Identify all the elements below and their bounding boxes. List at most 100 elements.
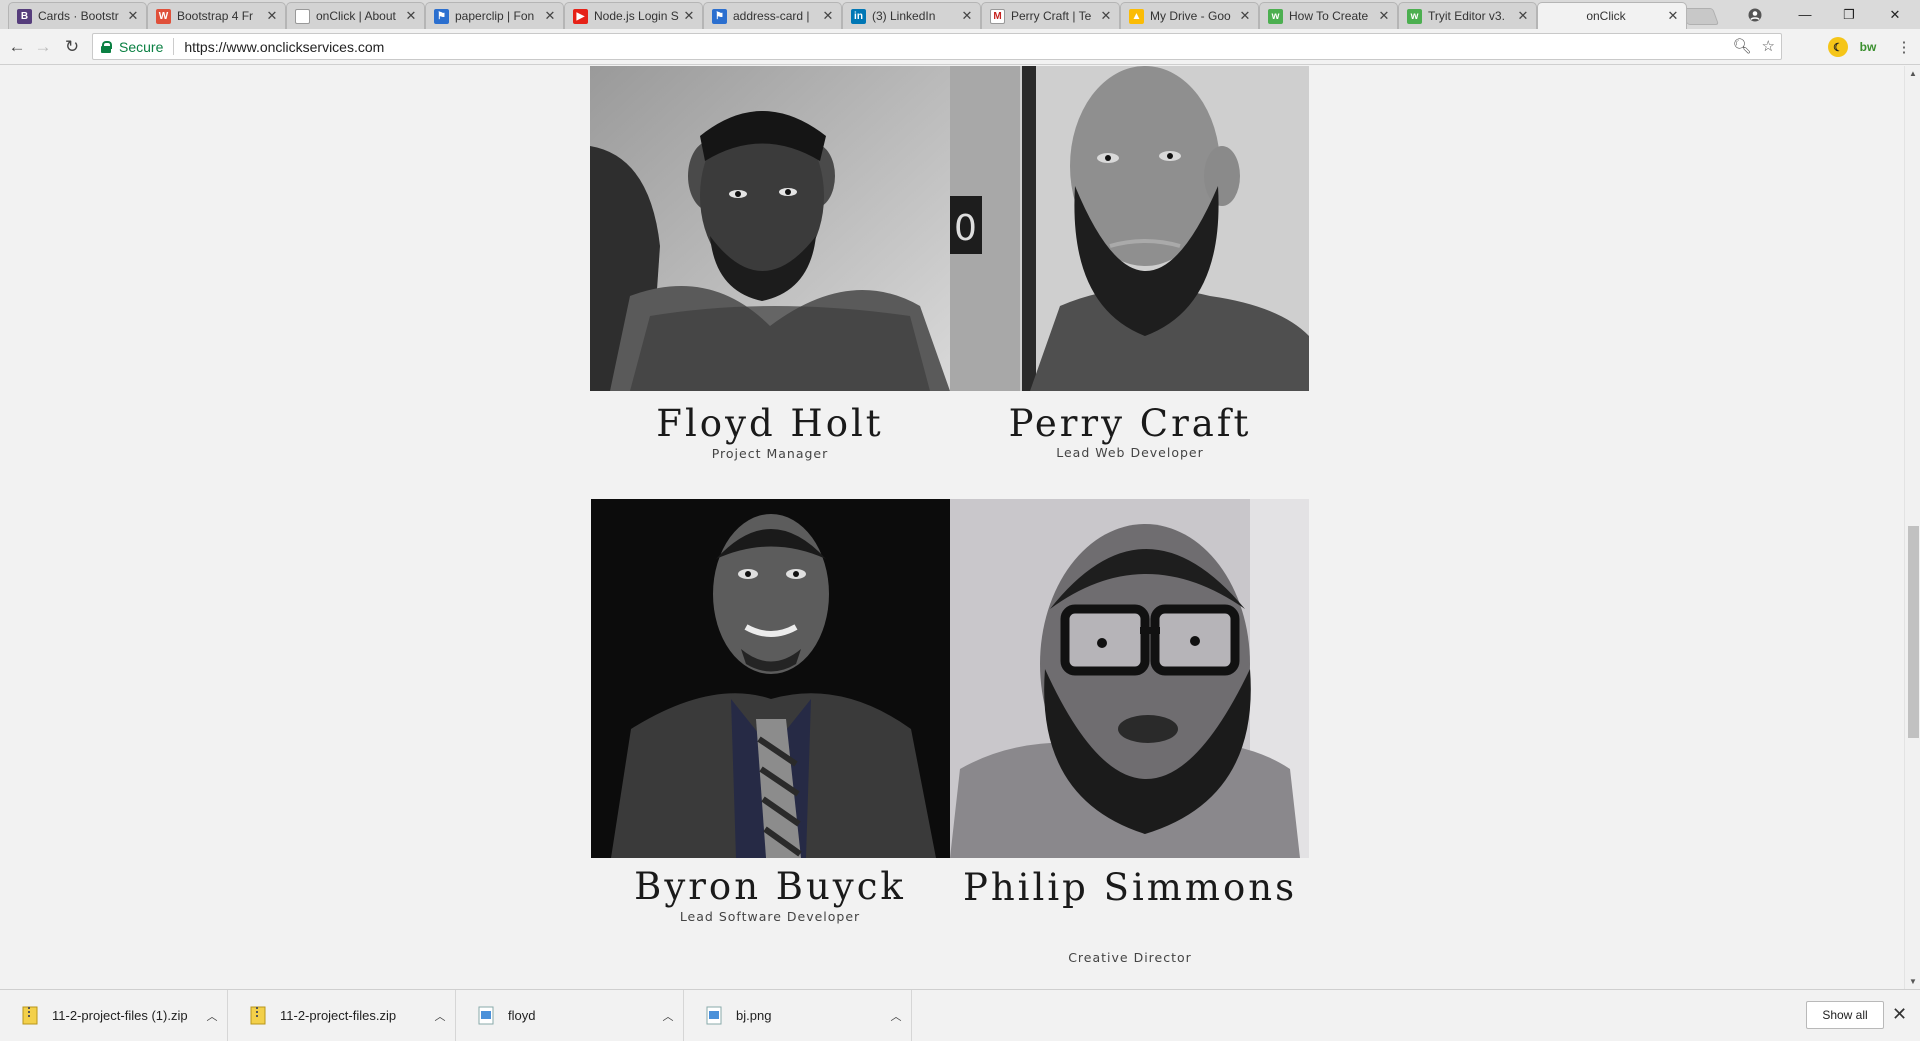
chevron-up-icon[interactable]: ︿ xyxy=(881,1008,911,1024)
scroll-down-arrow-icon[interactable]: ▼ xyxy=(1909,977,1917,986)
secure-indicator[interactable]: Secure xyxy=(101,39,163,55)
browser-tab[interactable]: ⚑ address-card | ✕ xyxy=(703,2,842,29)
team-photo-philip xyxy=(950,499,1309,858)
download-filename: bj.png xyxy=(736,1008,772,1023)
tab-close-icon[interactable]: ✕ xyxy=(1377,9,1391,23)
bootstrap4-icon: W xyxy=(156,8,171,24)
w3schools-icon: w xyxy=(1268,8,1283,24)
tab-close-icon[interactable]: ✕ xyxy=(1099,9,1113,23)
page-viewport: Floyd Holt Project Manager 0 Perry Craft… xyxy=(0,66,1904,989)
menu-kebab-icon[interactable]: ⋮ xyxy=(1892,35,1916,59)
minimize-icon[interactable]: — xyxy=(1782,0,1828,29)
zip-file-icon xyxy=(22,1006,38,1025)
lock-icon xyxy=(101,40,112,53)
bookmark-star-icon[interactable]: ☆ xyxy=(1762,37,1775,55)
download-filename: floyd xyxy=(508,1008,536,1023)
tab-title: Node.js Login S xyxy=(594,9,679,23)
tab-close-icon[interactable]: ✕ xyxy=(1238,9,1252,23)
browser-tab[interactable]: w Tryit Editor v3. ✕ xyxy=(1398,2,1537,29)
team-member-name: Philip Simmons xyxy=(962,866,1298,909)
team-member-role: Lead Software Developer xyxy=(679,909,861,924)
tab-title: Perry Craft | Te xyxy=(1011,9,1092,23)
tab-title: onClick xyxy=(1586,9,1626,23)
tab-title: How To Create xyxy=(1289,9,1369,23)
svg-text:0: 0 xyxy=(954,208,977,249)
tab-close-icon[interactable]: ✕ xyxy=(682,9,696,23)
tab-title: (3) LinkedIn xyxy=(872,9,936,23)
download-item[interactable]: 11-2-project-files (1).zip ︿ xyxy=(0,990,228,1041)
team-photo-byron xyxy=(591,499,950,858)
chevron-up-icon[interactable]: ︿ xyxy=(653,1008,683,1024)
zip-file-icon xyxy=(250,1006,266,1025)
tab-close-icon[interactable]: ✕ xyxy=(1516,9,1530,23)
tab-title: Tryit Editor v3. xyxy=(1428,9,1505,23)
browser-tab[interactable]: w How To Create ✕ xyxy=(1259,2,1398,29)
team-member-name: Floyd Holt xyxy=(656,402,884,445)
tab-title: My Drive - Goo xyxy=(1150,9,1231,23)
tab-title: Bootstrap 4 Fr xyxy=(177,9,254,23)
download-shelf: 11-2-project-files (1).zip ︿ 11-2-project-… xyxy=(0,989,1920,1041)
close-window-icon[interactable]: ✕ xyxy=(1872,0,1918,29)
team-member-name: Perry Craft xyxy=(1008,402,1252,445)
chevron-up-icon[interactable]: ︿ xyxy=(425,1008,455,1024)
w3schools-icon: w xyxy=(1407,8,1422,24)
image-file-icon xyxy=(706,1006,722,1025)
team-member-role: Creative Director xyxy=(1068,950,1192,965)
team-member-role: Lead Web Developer xyxy=(1056,445,1204,460)
linkedin-icon: in xyxy=(851,8,866,24)
close-shelf-icon[interactable]: ✕ xyxy=(1892,1004,1907,1025)
download-item[interactable]: floyd ︿ xyxy=(456,990,684,1041)
back-icon[interactable]: ← xyxy=(5,35,29,59)
download-item[interactable]: 11-2-project-files.zip ︿ xyxy=(228,990,456,1041)
browser-tab[interactable]: ▲ My Drive - Goo ✕ xyxy=(1120,2,1259,29)
image-file-icon xyxy=(478,1006,494,1025)
restore-icon[interactable]: ❐ xyxy=(1826,0,1872,29)
bootstrap-icon: B xyxy=(17,8,32,24)
browser-tab[interactable]: onClick | About ✕ xyxy=(286,2,425,29)
scroll-up-arrow-icon[interactable]: ▲ xyxy=(1909,69,1917,78)
forward-icon[interactable]: → xyxy=(31,35,55,59)
tab-close-icon[interactable]: ✕ xyxy=(960,9,974,23)
team-photo-floyd xyxy=(590,66,950,391)
tab-title: paperclip | Fon xyxy=(455,9,535,23)
reload-icon[interactable]: ↻ xyxy=(60,35,84,59)
tab-close-icon[interactable]: ✕ xyxy=(821,9,835,23)
team-member-role: Project Manager xyxy=(711,446,829,461)
browser-tab[interactable]: M Perry Craft | Te ✕ xyxy=(981,2,1120,29)
scrollbar-thumb[interactable] xyxy=(1908,526,1919,738)
address-bar[interactable]: Secure https://www.onclickservices.com 🔍… xyxy=(92,33,1782,60)
zoom-icon[interactable]: 🔍︎ xyxy=(1733,37,1752,55)
tab-title: onClick | About xyxy=(316,9,396,23)
youtube-icon: ▶ xyxy=(573,8,588,24)
page-icon xyxy=(295,8,310,24)
flag-icon: ⚑ xyxy=(434,8,449,24)
extension-bw-icon[interactable]: bw xyxy=(1858,37,1878,57)
flag-icon: ⚑ xyxy=(712,8,727,24)
browser-tab[interactable]: onClick ✕ xyxy=(1537,2,1687,29)
page-scrollbar[interactable]: ▲ ▼ xyxy=(1904,66,1920,989)
browser-tab[interactable]: ▶ Node.js Login S ✕ xyxy=(564,2,703,29)
chevron-up-icon[interactable]: ︿ xyxy=(197,1008,227,1024)
secure-label: Secure xyxy=(119,38,164,55)
divider xyxy=(173,38,175,55)
download-filename: 11-2-project-files (1).zip xyxy=(52,1008,188,1023)
tab-close-icon[interactable]: ✕ xyxy=(1666,9,1680,23)
download-filename: 11-2-project-files.zip xyxy=(280,1008,397,1023)
browser-tab[interactable]: ⚑ paperclip | Fon ✕ xyxy=(425,2,564,29)
tab-close-icon[interactable]: ✕ xyxy=(265,9,279,23)
browser-tab[interactable]: in (3) LinkedIn ✕ xyxy=(842,2,981,29)
team-member-name: Byron Buyck xyxy=(634,865,906,908)
tab-strip: B Cards · Bootstr ✕ W Bootstrap 4 Fr ✕ onClick… xyxy=(0,0,1920,29)
tab-close-icon[interactable]: ✕ xyxy=(404,9,418,23)
browser-tab[interactable]: W Bootstrap 4 Fr ✕ xyxy=(147,2,286,29)
browser-tab[interactable]: B Cards · Bootstr ✕ xyxy=(8,2,147,29)
download-item[interactable]: bj.png ︿ xyxy=(684,990,912,1041)
extension-moon-icon[interactable]: ☾ xyxy=(1828,37,1848,57)
show-all-button[interactable]: Show all xyxy=(1806,1001,1884,1029)
team-photo-perry: 0 xyxy=(950,66,1309,391)
url-text[interactable]: https://www.onclickservices.com xyxy=(184,39,384,55)
tab-close-icon[interactable]: ✕ xyxy=(126,9,140,23)
profile-icon[interactable] xyxy=(1732,0,1778,29)
drive-icon: ▲ xyxy=(1129,8,1144,24)
tab-close-icon[interactable]: ✕ xyxy=(543,9,557,23)
